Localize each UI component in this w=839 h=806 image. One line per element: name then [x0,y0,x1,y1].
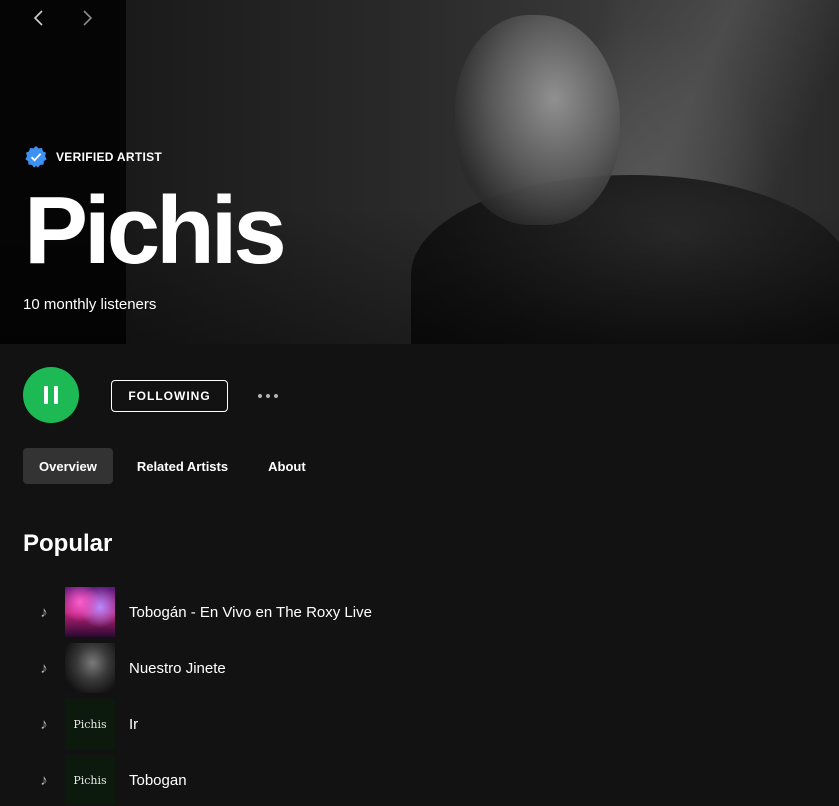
track-cover [65,587,115,637]
track-title: Ir [129,715,139,733]
track-cover [65,643,115,693]
artist-tabs: Overview Related Artists About [23,448,330,484]
music-note-icon: ♪ [40,715,48,733]
monthly-listeners: 10 monthly listeners [23,296,157,313]
artist-name: Pichis [24,177,287,284]
artist-header: VERIFIED ARTIST Pichis 10 monthly listen… [0,0,839,344]
track-row[interactable]: ♪ Pichis Ir [23,698,813,750]
track-row[interactable]: ♪ Tobogán - En Vivo en The Roxy Live [23,586,813,638]
verified-icon [25,146,47,168]
tab-related-artists[interactable]: Related Artists [121,448,244,484]
verified-label: VERIFIED ARTIST [56,150,163,164]
track-row[interactable]: ♪ Pichis Tobogan [23,754,813,806]
chevron-right-icon [83,10,93,26]
track-row[interactable]: ♪ Nuestro Jinete [23,642,813,694]
track-cover: Pichis [65,699,115,749]
following-button[interactable]: FOLLOWING [111,380,228,412]
track-title: Nuestro Jinete [129,659,226,677]
popular-section-title: Popular [23,530,113,557]
pause-button[interactable] [23,367,79,423]
music-note-icon: ♪ [40,659,48,677]
forward-button[interactable] [76,6,100,30]
music-note-icon: ♪ [40,771,48,789]
track-title: Tobogan [129,771,187,789]
verified-badge: VERIFIED ARTIST [24,145,162,169]
pause-icon [41,386,61,404]
back-button[interactable] [26,6,50,30]
more-options-button[interactable] [250,387,286,405]
track-title: Tobogán - En Vivo en The Roxy Live [129,603,372,621]
chevron-left-icon [33,10,43,26]
tab-overview[interactable]: Overview [23,448,113,484]
history-navigation [26,6,100,30]
more-dots-icon [258,394,278,398]
music-note-icon: ♪ [40,603,48,621]
track-cover: Pichis [65,755,115,805]
tab-about[interactable]: About [252,448,322,484]
